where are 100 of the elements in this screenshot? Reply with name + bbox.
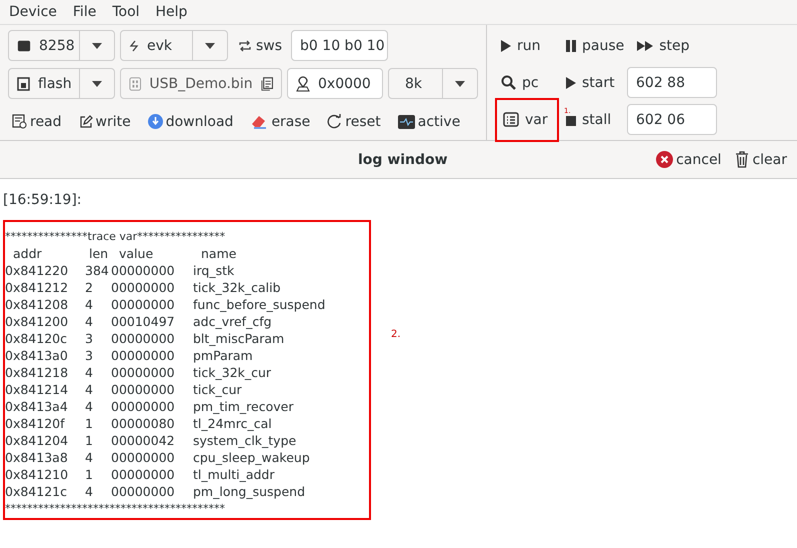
log-cell-text: 00000000 — [111, 398, 176, 415]
dropdown-caret-icon — [205, 42, 215, 48]
write-button[interactable]: write — [74, 112, 135, 132]
floppy-icon — [17, 76, 30, 90]
start-button[interactable]: start — [562, 72, 622, 92]
log-cell-text: 0x84120c — [5, 330, 68, 347]
log-cell-text: 4 — [84, 398, 94, 415]
log-cell-text: 384 — [84, 262, 110, 279]
connection-select[interactable]: evk — [120, 30, 228, 61]
log-cell-text: 1 — [84, 415, 94, 432]
log-cell-text: 00000000 — [111, 449, 176, 466]
log-cell-text: system_clk_type — [193, 432, 298, 449]
log-footer-text: **************************************** — [5, 501, 226, 517]
download-button[interactable]: download — [144, 112, 238, 132]
log-cell-text: tl_24mrc_cal — [193, 415, 273, 432]
file-field[interactable]: USB_Demo.bin — [120, 68, 282, 99]
log-cell-text: 3 — [84, 330, 94, 347]
pc-button[interactable]: pc — [497, 72, 557, 92]
size-select[interactable]: 8k — [388, 68, 478, 99]
log-cell-text: irq_stk — [193, 262, 236, 279]
log-cell-text: tick_cur — [193, 381, 243, 398]
dropdown-caret-icon — [92, 80, 102, 86]
log-cell-text: 1 — [84, 432, 94, 449]
log-cell-text: blt_miscParam — [193, 330, 286, 347]
clear-button[interactable]: clear — [731, 149, 791, 170]
fast-forward-icon — [637, 40, 654, 50]
log-cell-text: 1 — [84, 466, 94, 483]
chip-select[interactable]: 8258 — [8, 30, 115, 61]
column-header: name — [200, 245, 238, 262]
log-cell-text: 4 — [84, 381, 94, 398]
sws-button[interactable]: sws — [233, 36, 286, 56]
log-cell-text: func_before_suspend — [193, 296, 326, 313]
log-cell-text: 00000000 — [111, 330, 176, 347]
log-cell-text: 00000000 — [111, 296, 176, 313]
download-icon — [148, 114, 163, 129]
memory-select[interactable]: flash — [8, 68, 115, 99]
stall-address-field[interactable]: 602 06 — [627, 104, 717, 135]
log-cell-text: cpu_sleep_wakeup — [193, 449, 311, 466]
dropdown-caret-icon — [92, 42, 102, 48]
refresh-icon — [327, 114, 342, 129]
play-icon — [566, 76, 576, 88]
read-button[interactable]: read — [8, 112, 66, 132]
pause-button[interactable]: pause — [562, 36, 628, 56]
run-button[interactable]: run — [497, 36, 557, 56]
eraser-icon — [250, 114, 268, 130]
log-cell-text: 0x8413a0 — [5, 347, 69, 364]
sws-field[interactable]: b0 10 b0 10 — [291, 30, 388, 61]
lightning-icon — [129, 40, 139, 52]
log-cell-text: 0x84120f — [5, 415, 66, 432]
log-cell-text: 00000000 — [111, 279, 176, 296]
document-icon — [260, 76, 273, 92]
log-cell-text: 00000000 — [111, 466, 176, 483]
menu-item[interactable]: File — [72, 4, 96, 20]
column-header: len — [88, 245, 110, 262]
menu-item[interactable]: Device — [9, 4, 57, 20]
log-cell-text: pmParam — [193, 347, 254, 364]
step-button[interactable]: step — [633, 36, 694, 56]
log-cell-text: tick_32k_calib — [193, 279, 282, 296]
menu-item[interactable]: Help — [156, 4, 188, 20]
log-cell-text: 4 — [84, 449, 94, 466]
log-heading-text: ***************trace var**************** — [5, 229, 226, 245]
log-cell-text: 2 — [84, 279, 94, 296]
log-cell-text: 00000080 — [111, 415, 176, 432]
log-cell-text: 00000000 — [111, 364, 176, 381]
pencil-icon — [78, 114, 93, 128]
reset-button[interactable]: reset — [323, 112, 385, 132]
log-cell-text: 0x841210 — [5, 466, 70, 483]
log-timestamp: [16:59:19]: — [3, 192, 83, 208]
log-cell-text: 00010497 — [111, 313, 176, 330]
start-address-field[interactable]: 602 88 — [627, 67, 717, 98]
log-cell-text: 0x841214 — [5, 381, 70, 398]
log-cell-text: 0x841204 — [5, 432, 70, 449]
log-cell-text: 0x8413a4 — [5, 398, 69, 415]
log-cell-text: 4 — [84, 313, 94, 330]
active-button[interactable]: active — [394, 112, 464, 132]
menu-item[interactable]: Tool — [112, 4, 140, 20]
log-cell-text: 0x841200 — [5, 313, 70, 330]
log-cell-text: 0x841208 — [5, 296, 70, 313]
column-header: addr — [12, 245, 43, 262]
log-cell-text: 3 — [84, 347, 94, 364]
log-cell-text: 00000042 — [111, 432, 176, 449]
list-icon — [503, 112, 519, 127]
log-cell-text: pm_long_suspend — [193, 483, 306, 500]
pulse-monitor-icon — [398, 114, 415, 128]
play-icon — [501, 40, 511, 52]
log-cell-text: 4 — [84, 296, 94, 313]
erase-button[interactable]: erase — [246, 112, 314, 132]
log-cell-text: 4 — [84, 364, 94, 381]
log-cell-text: 0x84121c — [5, 483, 68, 500]
cancel-button[interactable]: cancel — [652, 149, 726, 170]
log-cell-text: 00000000 — [111, 262, 176, 279]
log-cell-text: 0x841218 — [5, 364, 70, 381]
var-button[interactable]: var — [497, 100, 557, 140]
address-field[interactable]: 0x0000 — [287, 68, 383, 99]
log-cell-text: 0x8413a8 — [5, 449, 69, 466]
log-cell-text: 0x841220 — [5, 262, 70, 279]
panel-title: log window — [358, 152, 448, 168]
log-cell-text: tick_32k_cur — [193, 364, 272, 381]
log-cell-text: 4 — [84, 483, 94, 500]
trash-icon — [735, 151, 750, 168]
